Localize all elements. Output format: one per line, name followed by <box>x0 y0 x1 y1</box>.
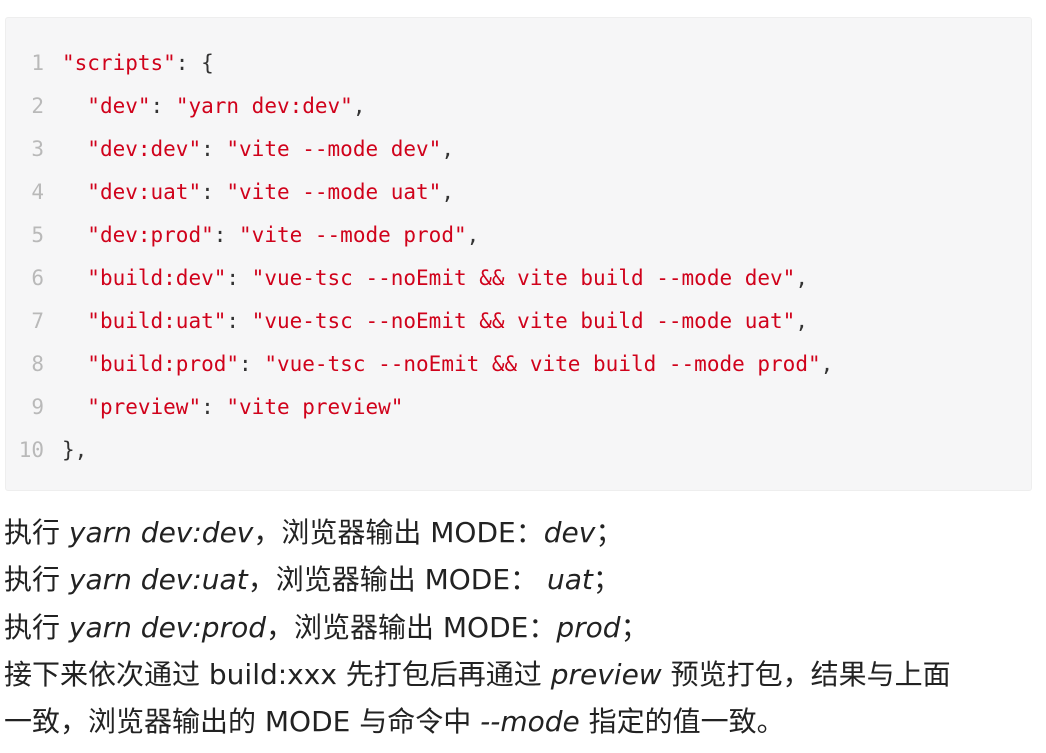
line-number: 3 <box>31 136 44 161</box>
code-line: 8 "build:prod": "vue-tsc --noEmit && vit… <box>6 342 1031 385</box>
code-text: "preview": "vite preview" <box>87 394 404 419</box>
code-text: }, <box>62 437 88 462</box>
paragraph-dev-uat: 执行 yarn dev:uat，浏览器输出 MODE： uat； <box>4 563 621 596</box>
code-line: 3 "dev:dev": "vite --mode dev", <box>6 127 1031 170</box>
code-line: 9 "preview": "vite preview" <box>6 385 1031 428</box>
line-number: 6 <box>31 265 44 290</box>
line-number: 5 <box>31 222 44 247</box>
code-line: 5 "dev:prod": "vite --mode prod", <box>6 213 1031 256</box>
code-line: 1 "scripts": { <box>6 41 1031 84</box>
code-text: "dev": "yarn dev:dev", <box>87 93 366 118</box>
paragraph-dev-dev: 执行 yarn dev:dev，浏览器输出 MODE：dev； <box>4 516 624 549</box>
code-text: "build:uat": "vue-tsc --noEmit && vite b… <box>87 308 808 333</box>
code-text: "build:prod": "vue-tsc --noEmit && vite … <box>87 351 834 376</box>
code-line: 10 }, <box>6 428 1031 471</box>
code-text: "dev:uat": "vite --mode uat", <box>87 179 454 204</box>
code-line: 7 "build:uat": "vue-tsc --noEmit && vite… <box>6 299 1031 342</box>
paragraph-conclusion: 一致，浏览器输出的 MODE 与命令中 --mode 指定的值一致。 <box>4 705 785 738</box>
code-line: 4 "dev:uat": "vite --mode uat", <box>6 170 1031 213</box>
line-number: 7 <box>31 308 44 333</box>
code-line: 2 "dev": "yarn dev:dev", <box>6 84 1031 127</box>
line-number: 8 <box>31 351 44 376</box>
line-number: 1 <box>31 50 44 75</box>
code-text: "dev:prod": "vite --mode prod", <box>87 222 480 247</box>
line-number: 9 <box>31 394 44 419</box>
code-line: 6 "build:dev": "vue-tsc --noEmit && vite… <box>6 256 1031 299</box>
code-text: "build:dev": "vue-tsc --noEmit && vite b… <box>87 265 808 290</box>
line-number: 2 <box>31 93 44 118</box>
code-text: "scripts": { <box>62 50 214 75</box>
paragraph-build-preview: 接下来依次通过 build:xxx 先打包后再通过 preview 预览打包，结… <box>4 658 951 691</box>
line-number: 10 <box>18 437 44 462</box>
paragraph-dev-prod: 执行 yarn dev:prod，浏览器输出 MODE：prod； <box>4 611 649 644</box>
code-block: 1 "scripts": { 2 "dev": "yarn dev:dev", … <box>5 17 1032 491</box>
code-text: "dev:dev": "vite --mode dev", <box>87 136 454 161</box>
line-number: 4 <box>31 179 44 204</box>
